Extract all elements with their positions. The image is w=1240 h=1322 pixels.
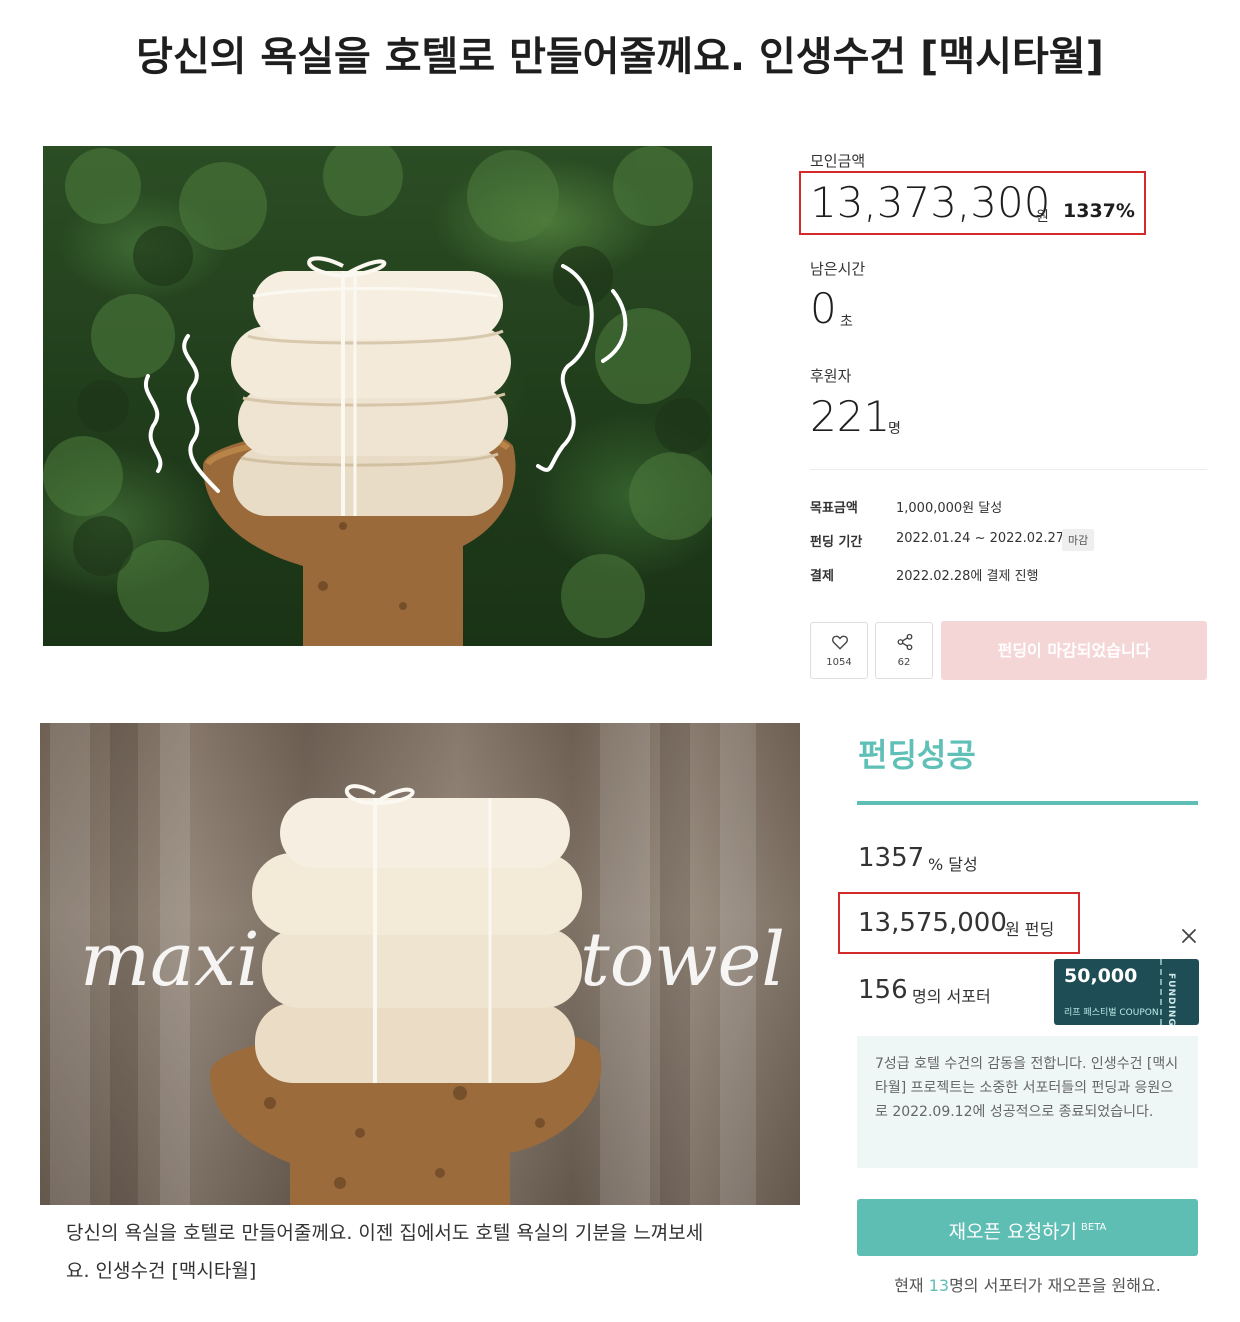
payment-value: 2022.02.28에 결제 진행 [896,569,1039,584]
supporters-count: 221 [810,392,891,441]
raised-percent: 1337% [1063,200,1135,222]
coupon-amount: 50,000 [1064,965,1138,987]
remaining-label: 남은시간 [810,260,866,278]
like-button[interactable]: 1054 [810,622,868,679]
overlay-text-right: towel [580,917,785,1003]
success-percent-unit: % 달성 [928,855,978,874]
coupon-close-button[interactable] [1178,925,1200,947]
reopen-label: 재오픈 요청하기 [948,1221,1078,1243]
close-icon [1182,929,1196,943]
coupon-banner[interactable]: 50,000 리프 페스티벌 COUPON FUNDING [1054,959,1199,1025]
product-main-image[interactable] [43,146,712,646]
share-count: 62 [897,657,911,668]
reopen-note-prefix: 현재 [894,1276,929,1295]
raised-amount: 13,373,300 [810,178,1051,227]
payment-key: 결제 [810,569,834,584]
funding-closed-button[interactable]: 펀딩이 마감되었습니다 [941,621,1207,680]
supporters-unit: 명 [888,421,901,437]
reopen-note-suffix: 명의 서포터가 재오픈을 원해요. [949,1276,1161,1295]
coupon-perforation [1160,959,1162,1025]
reopen-note: 현재 13명의 서포터가 재오픈을 원해요. [857,1272,1198,1296]
period-key: 펀딩 기간 [810,535,863,550]
success-percent: 1357 [858,843,925,873]
share-button[interactable]: 62 [875,622,933,679]
raised-unit: 원 [1036,209,1049,225]
raised-label: 모인금액 [810,152,866,170]
success-info-text: 7성급 호텔 수건의 감동을 전합니다. 인생수건 [맥시타월] 프로젝트는 소… [875,1056,1179,1120]
success-supporters: 156 [858,975,908,1005]
success-progress-bar [857,801,1198,805]
heart-icon [832,635,848,650]
closed-tag: 마감 [1062,529,1095,551]
reopen-request-button[interactable]: 재오픈 요청하기 BETA [857,1199,1198,1256]
page-title: 당신의 욕실을 호텔로 만들어줄께요. 인생수건 [맥시타월] [136,34,1104,80]
remaining-time: 0 [810,284,837,333]
goal-key: 목표금액 [810,501,858,516]
supporters-label: 후원자 [810,367,852,385]
remaining-unit: 초 [840,314,853,330]
overlay-text-left: maxi [80,917,260,1003]
success-title: 펀딩성공 [858,736,976,774]
beta-badge: BETA [1081,1222,1107,1233]
success-info-box: 7성급 호텔 수건의 감동을 전합니다. 인생수건 [맥시타월] 프로젝트는 소… [857,1036,1198,1168]
like-count: 1054 [826,657,852,668]
image-caption: 당신의 욕실을 호텔로 만들어줄께요. 이젠 집에서도 호텔 욕실의 기분을 느… [66,1222,704,1282]
period-value: 2022.01.24 ~ 2022.02.27 [896,531,1065,546]
coupon-side-label: FUNDING [1166,973,1176,1025]
share-icon [897,633,913,651]
success-amount: 13,575,000 [858,908,1007,938]
stats-divider [810,469,1207,470]
success-amount-unit: 원 펀딩 [1005,920,1055,939]
reopen-note-count: 13 [928,1276,950,1295]
goal-value: 1,000,000원 달성 [896,501,1003,516]
success-supporters-unit: 명의 서포터 [912,987,991,1006]
product-detail-image[interactable]: maxi towel [40,723,800,1205]
coupon-festival: 리프 페스티벌 COUPON [1064,1008,1159,1018]
